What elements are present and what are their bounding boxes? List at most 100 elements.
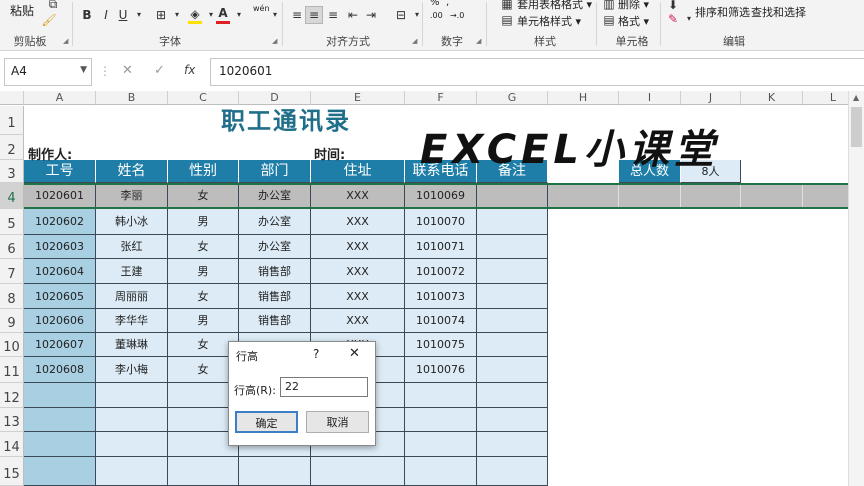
column-header-a[interactable]: A <box>24 91 96 105</box>
name-box[interactable]: A4 ▼ <box>4 58 92 86</box>
worksheet-grid[interactable]: ABCDEFGHIJKL 1 2 3 4 5 6 7 8 9 10 11 12 13 14 15 工号 姓名性… <box>0 91 864 486</box>
format-cells-button[interactable]: 格式 ▾ <box>618 13 649 29</box>
data-cell[interactable]: XXX <box>311 259 405 284</box>
row-header-5[interactable]: 5 <box>0 209 24 235</box>
selected-cell[interactable]: 办公室 <box>239 183 311 209</box>
row-header-15[interactable]: 15 <box>0 457 24 486</box>
row-header-9[interactable]: 9 <box>0 309 24 333</box>
data-cell[interactable]: XXX <box>311 309 405 333</box>
scroll-thumb[interactable] <box>851 107 862 147</box>
column-header-e[interactable]: E <box>311 91 405 105</box>
comma-button[interactable]: , <box>446 0 449 8</box>
cancel-button[interactable]: 取消 <box>306 411 369 433</box>
formula-input[interactable]: 1020601 <box>210 58 864 86</box>
cell-styles-button[interactable]: 单元格样式 ▾ <box>517 13 581 29</box>
empty-cell[interactable] <box>24 383 96 408</box>
table-format-icon[interactable]: ▦ <box>498 0 516 12</box>
maker-label[interactable]: 制作人: <box>28 144 72 163</box>
data-cell[interactable]: 1010070 <box>405 209 477 235</box>
data-cell[interactable]: 1020606 <box>24 309 96 333</box>
header-cell[interactable]: 工号 <box>24 160 96 183</box>
row-header-6[interactable]: 6 <box>0 235 24 259</box>
data-cell[interactable]: 张红 <box>96 235 168 259</box>
column-header-b[interactable]: B <box>96 91 168 105</box>
selected-cell[interactable]: 女 <box>168 183 239 209</box>
row-header-11[interactable]: 11 <box>0 357 24 383</box>
data-cell[interactable]: 办公室 <box>239 235 311 259</box>
data-cell[interactable]: XXX <box>311 235 405 259</box>
selected-cell[interactable] <box>619 183 681 209</box>
cell-styles-icon[interactable]: ▤ <box>498 12 516 28</box>
data-cell[interactable]: 王建 <box>96 259 168 284</box>
data-cell[interactable]: 1020605 <box>24 284 96 309</box>
confirm-icon[interactable]: ✓ <box>154 63 165 78</box>
percent-button[interactable]: % <box>430 0 440 8</box>
data-cell[interactable] <box>477 284 548 309</box>
header-cell[interactable]: 姓名 <box>96 160 168 183</box>
selected-cell[interactable] <box>477 183 548 209</box>
row-header-8[interactable]: 8 <box>0 284 24 309</box>
data-cell[interactable]: 1010073 <box>405 284 477 309</box>
font-launcher-icon[interactable]: ◢ <box>272 37 277 45</box>
format-painter-icon[interactable]: 🖌 <box>40 12 58 28</box>
data-cell[interactable]: 1020602 <box>24 209 96 235</box>
selected-cell[interactable]: 1010069 <box>405 183 477 209</box>
data-cell[interactable]: 男 <box>168 209 239 235</box>
close-icon[interactable]: ✕ <box>349 346 360 361</box>
empty-cell[interactable] <box>239 457 311 486</box>
data-cell[interactable]: 1020603 <box>24 235 96 259</box>
empty-cell[interactable] <box>96 457 168 486</box>
empty-cell[interactable] <box>405 457 477 486</box>
column-header-h[interactable]: H <box>548 91 619 105</box>
data-cell[interactable]: 1010074 <box>405 309 477 333</box>
decrease-decimal-button[interactable]: →.0 <box>450 11 464 20</box>
format-cells-icon[interactable]: ▤ <box>600 12 618 28</box>
empty-cell[interactable] <box>96 408 168 432</box>
column-header-d[interactable]: D <box>239 91 311 105</box>
empty-cell[interactable] <box>477 457 548 486</box>
font-color-dropdown-icon[interactable]: ▾ <box>230 7 248 23</box>
data-cell[interactable]: 1020607 <box>24 333 96 357</box>
underline-dropdown-icon[interactable]: ▾ <box>130 7 148 23</box>
data-cell[interactable]: 1010076 <box>405 357 477 383</box>
row-header-4[interactable]: 4 <box>0 183 24 209</box>
empty-cell[interactable] <box>477 432 548 457</box>
sort-filter-button[interactable]: 排序和筛选 <box>695 4 750 20</box>
data-cell[interactable]: XXX <box>311 209 405 235</box>
empty-cell[interactable] <box>24 457 96 486</box>
italic-button[interactable]: I <box>97 7 115 23</box>
data-cell[interactable] <box>477 235 548 259</box>
empty-cell[interactable] <box>168 457 239 486</box>
number-launcher-icon[interactable]: ◢ <box>476 37 481 45</box>
cancel-icon[interactable]: ✕ <box>122 63 133 78</box>
empty-cell[interactable] <box>405 432 477 457</box>
row-header-14[interactable]: 14 <box>0 432 24 457</box>
data-cell[interactable]: 李小梅 <box>96 357 168 383</box>
clipboard-launcher-icon[interactable]: ◢ <box>63 37 68 45</box>
help-button[interactable]: ? <box>313 347 319 361</box>
merge-dropdown-icon[interactable]: ▾ <box>408 7 426 23</box>
delete-cells-icon[interactable]: ▥ <box>600 0 618 12</box>
data-cell[interactable]: 男 <box>168 309 239 333</box>
row-height-input[interactable]: 22 <box>280 377 368 397</box>
data-cell[interactable] <box>477 259 548 284</box>
name-box-dropdown-icon[interactable]: ▼ <box>80 65 87 75</box>
data-cell[interactable]: 男 <box>168 259 239 284</box>
row-header-7[interactable]: 7 <box>0 259 24 284</box>
data-cell[interactable]: XXX <box>311 284 405 309</box>
border-dropdown-icon[interactable]: ▾ <box>168 7 186 23</box>
row-header-12[interactable]: 12 <box>0 383 24 408</box>
data-cell[interactable]: 1010072 <box>405 259 477 284</box>
data-cell[interactable] <box>477 209 548 235</box>
column-header-i[interactable]: I <box>619 91 681 105</box>
selected-cell[interactable]: XXX <box>311 183 405 209</box>
data-cell[interactable]: 1020604 <box>24 259 96 284</box>
data-cell[interactable]: 1020608 <box>24 357 96 383</box>
column-header-j[interactable]: J <box>681 91 741 105</box>
data-cell[interactable]: 李华华 <box>96 309 168 333</box>
row-header-1[interactable]: 1 <box>0 106 24 135</box>
empty-cell[interactable] <box>477 383 548 408</box>
column-header-k[interactable]: K <box>741 91 803 105</box>
copy-icon[interactable]: ⧉ <box>44 0 62 12</box>
time-label[interactable]: 时间: <box>314 144 345 163</box>
